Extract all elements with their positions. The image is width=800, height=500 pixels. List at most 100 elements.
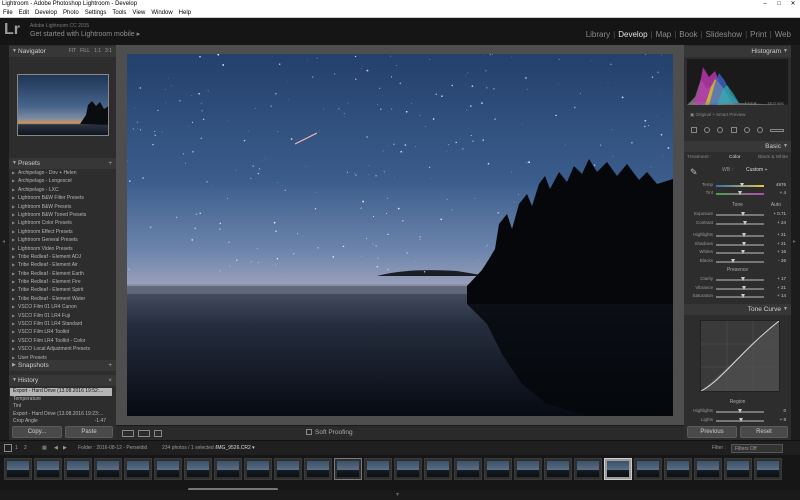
soft-proofing-toggle[interactable]: Soft Proofing bbox=[306, 429, 353, 436]
main-window-icon[interactable] bbox=[4, 444, 12, 452]
filmstrip-thumbnail[interactable] bbox=[724, 458, 752, 480]
preset-folder[interactable]: ▶ Tribe Redleaf - Element Water bbox=[10, 295, 112, 303]
filmstrip-thumbnail[interactable] bbox=[154, 458, 182, 480]
right-panel-edge[interactable]: ▸ bbox=[791, 45, 800, 455]
red-eye-icon[interactable] bbox=[717, 127, 724, 133]
minimize-icon[interactable]: – bbox=[758, 0, 772, 9]
slider-handle[interactable] bbox=[740, 294, 745, 298]
module-map[interactable]: Map bbox=[653, 30, 675, 39]
filmstrip-thumbnail[interactable] bbox=[184, 458, 212, 480]
preset-folder[interactable]: ▶ Lightroom Color Presets bbox=[10, 219, 112, 227]
slider-value[interactable]: 4976 bbox=[776, 182, 786, 187]
filmstrip-thumbnail[interactable] bbox=[4, 458, 32, 480]
slider-value[interactable]: 0 bbox=[783, 408, 786, 413]
mobile-prompt[interactable]: Get started with Lightroom mobile ▸ bbox=[30, 30, 140, 38]
preset-folder[interactable]: ▶ Archipelago - Dov + Helen bbox=[10, 169, 112, 177]
filmstrip-collapse-icon[interactable]: ▾ bbox=[396, 491, 399, 498]
expand-triangle-icon[interactable]: ▶ bbox=[12, 320, 15, 328]
auto-tone-button[interactable]: Auto bbox=[771, 202, 781, 208]
expand-triangle-icon[interactable]: ▶ bbox=[12, 211, 15, 219]
tool-slider-icon[interactable] bbox=[769, 128, 784, 132]
menu-view[interactable]: View bbox=[129, 9, 148, 17]
preset-folder[interactable]: ▶ VSCO Local Adjustment Presets bbox=[10, 345, 112, 353]
filmstrip-thumbnail[interactable] bbox=[334, 458, 362, 480]
grid-view-icon[interactable]: ▦ bbox=[42, 441, 47, 456]
preset-folder[interactable]: ▶ Lightroom B&W Toned Presets bbox=[10, 211, 112, 219]
filmstrip-thumbnail[interactable] bbox=[34, 458, 62, 480]
slider-handle[interactable] bbox=[731, 258, 736, 263]
slider-highlights[interactable]: Highlights 0 bbox=[687, 408, 788, 417]
before-after-swap-icon[interactable] bbox=[154, 430, 162, 437]
right-collapse-icon[interactable]: ▸ bbox=[793, 238, 796, 245]
crop-icon[interactable] bbox=[691, 127, 698, 133]
expand-triangle-icon[interactable]: ▶ bbox=[12, 345, 15, 353]
slider-highlights[interactable]: Highlights + 21 bbox=[687, 232, 788, 241]
slider-blacks[interactable]: Blacks - 26 bbox=[687, 258, 788, 267]
slider-tint[interactable]: Tint + 4 bbox=[687, 190, 788, 199]
slider-clarity[interactable]: Clarity + 17 bbox=[687, 276, 788, 285]
slider-value[interactable]: + 24 bbox=[777, 220, 786, 225]
history-item[interactable]: Crop Angle -1.47 bbox=[10, 418, 112, 426]
expand-triangle-icon[interactable]: ▶ bbox=[12, 354, 15, 362]
expand-triangle-icon[interactable]: ▶ bbox=[12, 236, 15, 244]
slider-value[interactable]: + 8 bbox=[780, 417, 786, 422]
expand-triangle-icon[interactable]: ▶ bbox=[12, 177, 15, 185]
expand-triangle-icon[interactable]: ▶ bbox=[12, 219, 15, 227]
slider-value[interactable]: + 0.71 bbox=[773, 211, 786, 216]
filmstrip-thumbnail[interactable] bbox=[484, 458, 512, 480]
preset-folder[interactable]: ▶ Lightroom B&W Presets bbox=[10, 203, 112, 211]
menu-settings[interactable]: Settings bbox=[82, 9, 110, 17]
slider-handle[interactable] bbox=[737, 409, 742, 413]
module-book[interactable]: Book bbox=[676, 30, 700, 39]
filmstrip-thumbnail[interactable] bbox=[64, 458, 92, 480]
copy-button[interactable]: Copy... bbox=[12, 426, 62, 438]
filmstrip-thumbnail[interactable] bbox=[424, 458, 452, 480]
menu-help[interactable]: Help bbox=[176, 9, 194, 17]
expand-triangle-icon[interactable]: ▶ bbox=[12, 245, 15, 253]
filmstrip-thumbnail[interactable] bbox=[244, 458, 272, 480]
expand-triangle-icon[interactable]: ▶ bbox=[12, 186, 15, 194]
history-header[interactable]: ▼ History × bbox=[9, 375, 116, 386]
slider-track[interactable] bbox=[716, 252, 764, 254]
adjustment-brush-icon[interactable] bbox=[756, 127, 763, 133]
back-arrow-icon[interactable]: ◀ bbox=[54, 441, 58, 456]
expand-triangle-icon[interactable]: ▶ bbox=[12, 203, 15, 211]
navigator-preview[interactable] bbox=[17, 74, 109, 136]
preset-folder[interactable]: ▶ Lightroom B&W Filter Presets bbox=[10, 194, 112, 202]
preset-folder[interactable]: ▶ Tribe Redleaf - Element Fire bbox=[10, 278, 112, 286]
zoom-fill[interactable]: FILL bbox=[80, 46, 90, 57]
before-after-icon[interactable] bbox=[138, 430, 150, 437]
slider-handle[interactable] bbox=[742, 233, 747, 237]
preset-folder[interactable]: ▶ VSCO Film 01 LR4 Fuji bbox=[10, 312, 112, 320]
filmstrip-thumbnail[interactable] bbox=[604, 458, 632, 480]
filmstrip-thumbnail[interactable] bbox=[364, 458, 392, 480]
filmstrip-thumbnail[interactable] bbox=[544, 458, 572, 480]
filmstrip-thumbnail[interactable] bbox=[94, 458, 122, 480]
expand-triangle-icon[interactable]: ▶ bbox=[12, 270, 15, 278]
slider-value[interactable]: + 17 bbox=[777, 276, 786, 281]
slider-value[interactable]: + 21 bbox=[777, 232, 786, 237]
slider-handle[interactable] bbox=[741, 277, 746, 281]
slider-exposure[interactable]: Exposure + 0.71 bbox=[687, 211, 788, 220]
expand-triangle-icon[interactable]: ▶ bbox=[12, 295, 15, 303]
module-web[interactable]: Web bbox=[772, 30, 794, 39]
preset-folder[interactable]: ▶ Lightroom Effect Presets bbox=[10, 228, 112, 236]
filmstrip-thumbnail[interactable] bbox=[514, 458, 542, 480]
slider-value[interactable]: - 26 bbox=[778, 258, 786, 263]
treatment-color[interactable]: Color bbox=[729, 155, 740, 160]
filmstrip-thumbnail[interactable] bbox=[694, 458, 722, 480]
close-icon[interactable]: ✕ bbox=[786, 0, 800, 9]
preset-folder[interactable]: ▶ Lightroom Video Presets bbox=[10, 245, 112, 253]
eyedropper-icon[interactable]: ✎ bbox=[690, 167, 698, 178]
slider-handle[interactable] bbox=[743, 220, 748, 225]
expand-triangle-icon[interactable]: ▶ bbox=[12, 278, 15, 286]
histogram-graph[interactable] bbox=[687, 59, 788, 105]
slider-contrast[interactable]: Contrast + 24 bbox=[687, 220, 788, 229]
left-collapse-icon[interactable]: ◂ bbox=[2, 238, 5, 245]
filter-select[interactable]: Filters Off bbox=[731, 444, 783, 453]
expand-triangle-icon[interactable]: ▶ bbox=[12, 169, 15, 177]
expand-triangle-icon[interactable]: ▶ bbox=[12, 261, 15, 269]
spot-removal-icon[interactable] bbox=[704, 127, 711, 133]
previous-button[interactable]: Previous bbox=[687, 426, 737, 438]
loupe-view-icon[interactable] bbox=[122, 430, 134, 437]
